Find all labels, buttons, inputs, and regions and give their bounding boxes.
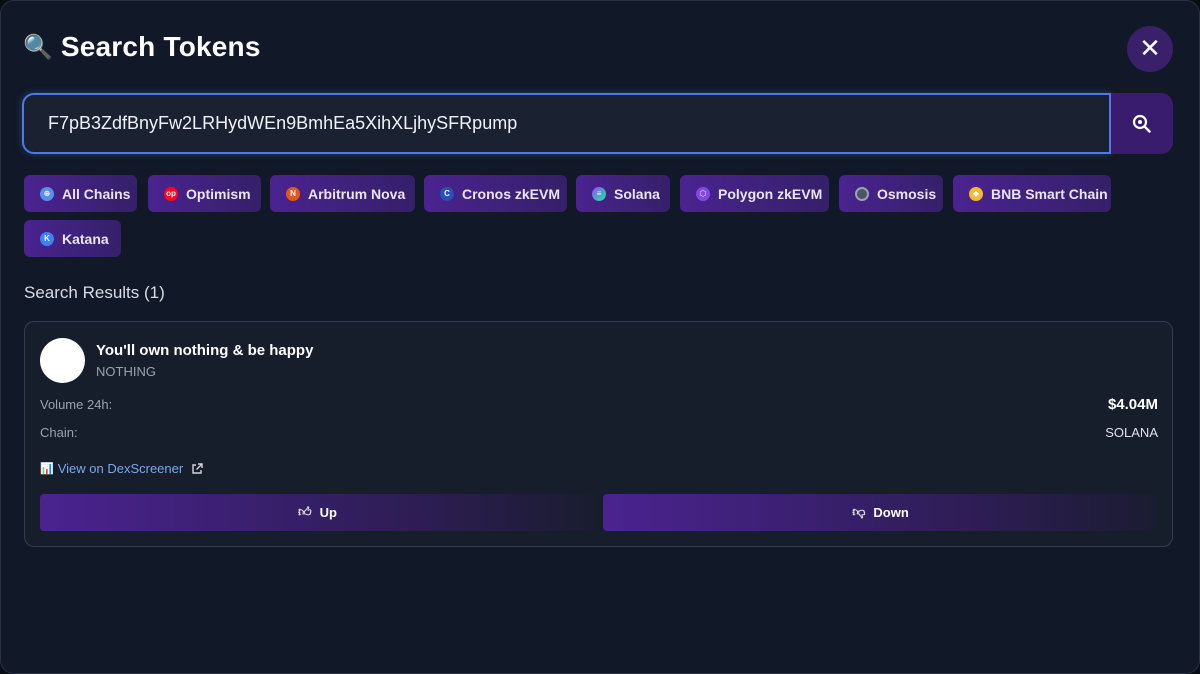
search-button[interactable] <box>1111 93 1173 154</box>
chain-chip-label: Cronos zkEVM <box>462 185 561 202</box>
search-input[interactable] <box>22 93 1111 154</box>
optimism-icon: op <box>164 186 178 201</box>
bar-chart-icon: 📊 <box>40 462 54 475</box>
solana-icon: ≡ <box>592 186 606 201</box>
bnb-icon: ◆ <box>969 186 983 201</box>
external-link-icon <box>192 462 203 474</box>
vote-up-button[interactable]: 👍︎ Up <box>40 494 595 531</box>
token-name: You'll own nothing & be happy <box>96 342 314 359</box>
chain-chip-bnb-smart-chain[interactable]: ◆ BNB Smart Chain <box>953 175 1111 212</box>
osmosis-icon <box>855 186 869 201</box>
magnifier-icon: 🔍 <box>23 33 53 61</box>
polygon-icon: ⬡ <box>696 186 710 201</box>
token-avatar <box>40 338 85 383</box>
volume-value: $4.04M <box>1107 396 1158 413</box>
token-result-card: You'll own nothing & be happy NOTHING Vo… <box>24 321 1173 547</box>
search-results-heading: Search Results (1) <box>24 283 165 302</box>
katana-icon: K <box>40 231 54 246</box>
chain-chip-katana[interactable]: K Katana <box>24 220 121 257</box>
chain-chip-label: Katana <box>62 230 109 247</box>
search-tokens-modal: 🔍 Search Tokens ✕ ⊕ All Chains op Optimi… <box>0 0 1200 674</box>
modal-title: Search Tokens <box>60 31 261 62</box>
chain-chip-solana[interactable]: ≡ Solana <box>576 175 670 212</box>
chain-chip-label: Optimism <box>186 185 251 202</box>
volume-label: Volume 24h: <box>40 397 113 412</box>
dexscreener-link-label: View on DexScreener <box>57 461 184 476</box>
chain-chip-label: BNB Smart Chain <box>991 185 1108 202</box>
search-icon <box>1132 114 1151 133</box>
chain-chip-cronos-zkevm[interactable]: C Cronos zkEVM <box>424 175 567 212</box>
chain-chip-label: All Chains <box>62 185 131 202</box>
chain-chip-arbitrum-nova[interactable]: N Arbitrum Nova <box>270 175 415 212</box>
chain-label: Chain: <box>40 425 78 440</box>
chain-chip-label: Arbitrum Nova <box>308 185 406 202</box>
chain-chip-osmosis[interactable]: Osmosis <box>839 175 943 212</box>
token-symbol: NOTHING <box>96 364 156 379</box>
vote-up-label: Up <box>319 505 337 520</box>
vote-down-label: Down <box>873 505 909 520</box>
modal-header: 🔍 Search Tokens <box>23 31 261 63</box>
chain-chip-label: Polygon zkEVM <box>718 185 823 202</box>
close-button[interactable]: ✕ <box>1127 26 1173 72</box>
search-bar <box>22 93 1173 154</box>
arbitrum-nova-icon: N <box>286 186 300 201</box>
close-icon: ✕ <box>1139 34 1161 64</box>
chain-chip-label: Osmosis <box>877 185 937 202</box>
vote-down-button[interactable]: 👎︎ Down <box>603 494 1158 531</box>
thumbs-up-icon: 👍︎ <box>298 505 312 520</box>
chain-chip-label: Solana <box>614 185 660 202</box>
thumbs-down-icon: 👎︎ <box>852 505 866 520</box>
chain-chip-all-chains[interactable]: ⊕ All Chains <box>24 175 137 212</box>
globe-icon: ⊕ <box>40 186 54 201</box>
chain-chip-optimism[interactable]: op Optimism <box>148 175 261 212</box>
dexscreener-link[interactable]: 📊 View on DexScreener <box>40 461 203 476</box>
chain-chip-polygon-zkevm[interactable]: ⬡ Polygon zkEVM <box>680 175 829 212</box>
chain-value: SOLANA <box>1105 425 1158 440</box>
cronos-icon: C <box>440 186 454 201</box>
